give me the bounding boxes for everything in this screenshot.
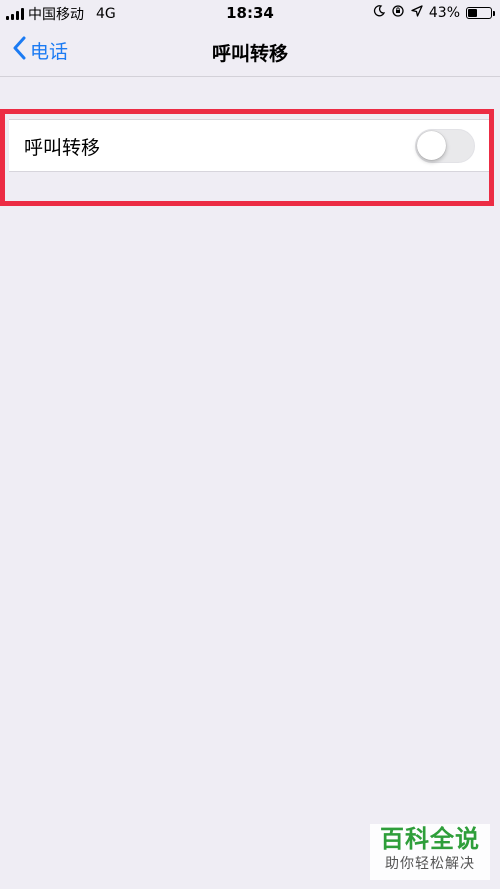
battery-percent: 43% xyxy=(428,5,460,21)
battery-fill xyxy=(468,9,477,17)
page-title: 呼叫转移 xyxy=(211,43,288,65)
battery-icon xyxy=(466,7,495,19)
location-icon xyxy=(411,5,423,21)
rotation-lock-icon xyxy=(391,4,405,22)
status-bar: 中国移动 4G 18:34 43% xyxy=(0,0,500,28)
status-right: 43% xyxy=(373,4,495,22)
navigation-bar: 电话 呼叫转移 xyxy=(0,28,500,77)
watermark-title: 百科全说 xyxy=(380,825,480,853)
settings-group: 呼叫转移 xyxy=(9,119,489,172)
watermark-logo: 百科全说 助你轻松解决 xyxy=(370,824,490,880)
moon-icon xyxy=(373,5,385,21)
call-forwarding-toggle[interactable] xyxy=(415,129,475,163)
watermark-subtitle: 助你轻松解决 xyxy=(385,856,475,872)
toggle-knob xyxy=(417,131,446,160)
call-forwarding-label: 呼叫转移 xyxy=(24,137,101,159)
